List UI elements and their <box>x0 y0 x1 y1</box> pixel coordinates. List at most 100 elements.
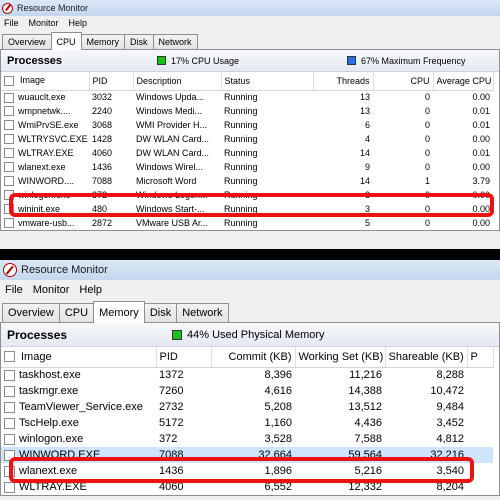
tab-overview[interactable]: Overview <box>2 34 52 49</box>
column-image[interactable]: Image <box>1 347 157 368</box>
column-threads[interactable]: Threads <box>313 72 374 91</box>
table-cell: vmware-usb... <box>1 216 89 230</box>
table-row[interactable]: winlogon.exe 372 3,528 7,588 4,812 <box>1 431 493 447</box>
menu-monitor[interactable]: Monitor <box>29 18 59 28</box>
tab-network[interactable]: Network <box>176 303 229 322</box>
table-row[interactable]: wininit.exe 480 Windows Start-... Running 3 0… <box>1 202 493 216</box>
table-row[interactable]: wlanext.exe 1436 1,896 5,216 3,540 <box>1 463 493 479</box>
tab-disk[interactable]: Disk <box>143 303 178 322</box>
row-checkbox[interactable] <box>4 162 14 173</box>
menu-help[interactable]: Help <box>79 284 102 296</box>
column-cpu[interactable]: CPU <box>373 72 434 91</box>
tab-strip: Overview CPU Memory Disk Network <box>0 299 500 323</box>
table-cell: 0.01 <box>472 148 490 158</box>
row-checkbox[interactable] <box>4 134 14 145</box>
process-name: vmware-usb... <box>18 217 75 228</box>
table-row[interactable]: WLTRAY.EXE 4060 DW WLAN Card... Running 14 0 0… <box>1 146 493 160</box>
table-cell: DW WLAN Card... <box>136 148 210 158</box>
menu-help[interactable]: Help <box>69 18 88 28</box>
processes-section-header[interactable]: Processes 17% CPU Usage 67% Maximum Freq… <box>1 50 499 72</box>
table-row[interactable]: WLTRYSVC.EXE 1428 DW WLAN Card... Running 4 0… <box>1 132 493 146</box>
table-cell: TeamViewer_Service.exe <box>1 399 156 415</box>
row-checkbox[interactable] <box>4 176 14 187</box>
table-row[interactable]: winlogon.exe 372 Windows Logon... Running 3 0… <box>1 188 493 202</box>
table-row[interactable]: TeamViewer_Service.exe 2732 5,208 13,512 9,4… <box>1 399 493 415</box>
menu-file[interactable]: File <box>4 18 19 28</box>
row-checkbox[interactable] <box>4 401 15 413</box>
tab-network[interactable]: Network <box>152 34 198 49</box>
table-cell: 1428 <box>92 134 113 144</box>
tab-memory[interactable]: Memory <box>80 34 126 49</box>
table-cell <box>467 383 493 399</box>
tab-overview[interactable]: Overview <box>2 303 60 322</box>
processes-section-header[interactable]: Processes 44% Used Physical Memory <box>1 323 499 347</box>
table-row[interactable]: taskmgr.exe 7260 4,616 14,388 10,472 <box>1 383 493 399</box>
table-cell: 14 <box>359 148 370 158</box>
column-average-cpu[interactable]: Average CPU <box>433 72 494 91</box>
column-private[interactable]: P <box>467 347 494 368</box>
table-row[interactable]: WmiPrvSE.exe 3068 WMI Provider H... Running… <box>1 118 493 132</box>
max-frequency-text: 67% Maximum Frequency <box>361 55 466 66</box>
row-checkbox[interactable] <box>4 449 15 461</box>
resource-monitor-icon <box>3 263 17 277</box>
row-checkbox[interactable] <box>4 218 14 229</box>
tab-disk[interactable]: Disk <box>124 34 154 49</box>
table-cell: 1436 <box>92 162 113 172</box>
process-name: wlanext.exe <box>18 161 66 172</box>
table-cell: 0 <box>424 218 430 228</box>
table-cell: 1 <box>424 176 430 186</box>
window-title: Resource Monitor <box>21 264 108 276</box>
table-cell: TscHelp.exe <box>1 415 156 431</box>
row-checkbox[interactable] <box>4 433 15 445</box>
table-row[interactable]: WINWORD.EXE 7088 32,664 59,564 32,216 <box>1 447 493 463</box>
table-cell: Running <box>224 176 258 186</box>
table-cell: 7260 <box>159 385 184 397</box>
menu-monitor[interactable]: Monitor <box>33 284 70 296</box>
table-cell: 0 <box>424 134 430 144</box>
column-status[interactable]: Status <box>221 72 314 91</box>
table-row[interactable]: wlanext.exe 1436 Windows Wirel... Running 9 0… <box>1 160 493 174</box>
table-row[interactable]: taskhost.exe 1372 8,396 11,216 8,288 <box>1 367 493 383</box>
row-checkbox[interactable] <box>4 417 15 429</box>
table-row[interactable]: wuauclt.exe 3032 Windows Upda... Running 13 0… <box>1 90 493 104</box>
select-all-checkbox[interactable] <box>4 351 15 363</box>
tab-cpu[interactable]: CPU <box>50 32 82 50</box>
column-commit[interactable]: Commit (KB) <box>211 347 296 368</box>
process-name: wininit.exe <box>18 203 61 214</box>
row-checkbox[interactable] <box>4 120 14 131</box>
column-pid[interactable]: PID <box>156 347 212 368</box>
table-cell: wlanext.exe <box>1 160 89 174</box>
table-cell: 2732 <box>159 401 184 413</box>
column-image[interactable]: Image <box>1 72 90 91</box>
column-description[interactable]: Description <box>133 72 222 91</box>
row-checkbox[interactable] <box>4 190 14 201</box>
column-shareable[interactable]: Shareable (KB) <box>385 347 468 368</box>
row-checkbox[interactable] <box>4 369 15 381</box>
tab-memory[interactable]: Memory <box>93 301 145 323</box>
table-cell: 372 <box>159 433 178 445</box>
row-checkbox[interactable] <box>4 148 14 159</box>
table-row[interactable]: wmpnetwk.... 2240 Windows Medi... Running 13… <box>1 104 493 118</box>
column-working-set[interactable]: Working Set (KB) <box>295 347 386 368</box>
table-row[interactable]: vmware-usb... 2872 VMware USB Ar... Running… <box>1 216 493 230</box>
table-row[interactable]: WINWORD.... 7088 Microsoft Word Running 14 1 3… <box>1 174 493 188</box>
table-row[interactable]: WLTRAY.EXE 4060 6,552 12,332 8,204 <box>1 479 493 495</box>
tab-cpu[interactable]: CPU <box>58 303 95 322</box>
table-cell: 3 <box>364 190 370 200</box>
row-checkbox[interactable] <box>4 204 14 215</box>
row-checkbox[interactable] <box>4 465 15 477</box>
table-row[interactable]: TscHelp.exe 5172 1,160 4,436 3,452 <box>1 415 493 431</box>
memory-usage-text: 44% Used Physical Memory <box>187 328 325 341</box>
table-cell: 0.00 <box>472 204 490 214</box>
menu-file[interactable]: File <box>5 284 23 296</box>
row-checkbox[interactable] <box>4 385 15 397</box>
process-name: WINWORD.EXE <box>19 449 101 461</box>
row-checkbox[interactable] <box>4 106 14 117</box>
process-name: WLTRAY.EXE <box>18 147 74 158</box>
table-cell: 12,332 <box>348 481 382 493</box>
row-checkbox[interactable] <box>4 92 14 103</box>
row-checkbox[interactable] <box>4 481 15 493</box>
select-all-checkbox[interactable] <box>4 76 14 87</box>
process-name: WmiPrvSE.exe <box>18 119 79 130</box>
column-pid[interactable]: PID <box>89 72 134 91</box>
